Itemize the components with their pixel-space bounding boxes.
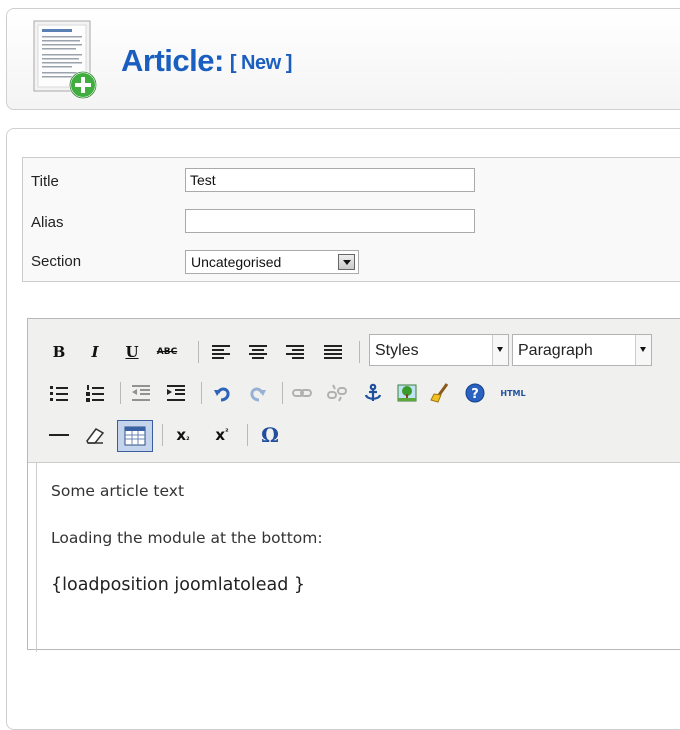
insert-image-button[interactable] [396, 382, 418, 404]
format-dropdown[interactable]: Paragraph [512, 334, 652, 366]
page-title: Article:[ New ] [121, 43, 292, 79]
alias-label: Alias [31, 214, 64, 231]
horizontal-rule-button[interactable] [48, 424, 70, 446]
bold-button[interactable]: B [48, 341, 70, 363]
italic-icon: I [91, 343, 99, 361]
indent-icon [167, 385, 185, 401]
toolbar-divider [198, 341, 199, 363]
italic-button[interactable]: I [84, 341, 106, 363]
page-title-text: Article: [121, 43, 224, 78]
unlink-button[interactable] [326, 382, 348, 404]
content-line: {loadposition joomlatolead } [51, 575, 306, 595]
redo-button[interactable] [247, 382, 269, 404]
strikethrough-icon: ABC [156, 347, 178, 357]
article-status: [ New ] [229, 52, 293, 74]
underline-button[interactable]: U [121, 341, 143, 363]
bullet-list-button[interactable] [48, 382, 70, 404]
editor-toolbar: B I U ABC Styles Paragraph ? HTML x₂ x² … [28, 319, 680, 463]
svg-text:?: ? [471, 387, 479, 402]
align-justify-icon [324, 345, 342, 359]
section-label: Section [31, 253, 82, 270]
toolbar-divider [282, 382, 283, 404]
article-details-form: Title Alias Section Uncategorised [22, 157, 680, 282]
special-character-button[interactable]: Ω [259, 423, 281, 447]
content-line: Loading the module at the bottom: [51, 529, 323, 547]
chevron-down-icon[interactable] [338, 254, 355, 270]
toolbar-divider [162, 424, 163, 446]
section-select[interactable]: Uncategorised [185, 250, 359, 274]
superscript-button[interactable]: x² [211, 424, 233, 446]
help-icon: ? [465, 383, 485, 403]
alias-input[interactable] [185, 209, 475, 233]
undo-icon [214, 387, 230, 402]
align-center-icon [249, 345, 267, 359]
numbered-list-icon [86, 385, 104, 402]
cleanup-button[interactable] [430, 382, 452, 404]
visual-aid-button[interactable] [117, 420, 153, 452]
subscript-button[interactable]: x₂ [172, 424, 194, 446]
title-input[interactable] [185, 168, 475, 192]
horizontal-rule-icon [49, 434, 69, 436]
image-icon [397, 384, 417, 402]
outdent-icon [132, 385, 150, 401]
article-add-icon [33, 20, 97, 99]
unlink-icon [327, 384, 347, 402]
outdent-button[interactable] [130, 382, 152, 404]
align-center-button[interactable] [247, 341, 269, 363]
rich-text-editor: B I U ABC Styles Paragraph ? HTML x₂ x² … [27, 318, 680, 652]
redo-icon [250, 387, 266, 402]
subscript-icon: x₂ [176, 426, 190, 444]
superscript-icon: x² [215, 426, 229, 444]
link-button[interactable] [291, 382, 313, 404]
styles-dropdown-label: Styles [375, 342, 419, 359]
anchor-button[interactable] [362, 382, 384, 404]
chevron-down-icon[interactable] [492, 335, 508, 365]
anchor-icon [364, 383, 382, 401]
align-right-icon [286, 345, 304, 359]
link-icon [292, 389, 312, 397]
content-line: Some article text [51, 482, 185, 500]
remove-format-button[interactable] [84, 424, 106, 446]
toolbar-divider [247, 424, 248, 446]
title-label: Title [31, 173, 59, 190]
align-left-button[interactable] [210, 341, 232, 363]
align-left-icon [212, 345, 230, 359]
toolbar-divider [201, 382, 202, 404]
toolbar-divider [359, 341, 360, 363]
html-source-icon: HTML [500, 388, 526, 398]
underline-icon: U [125, 343, 139, 361]
align-justify-button[interactable] [322, 341, 344, 363]
format-dropdown-label: Paragraph [518, 342, 593, 359]
indent-button[interactable] [165, 382, 187, 404]
special-character-icon: Ω [261, 423, 279, 447]
chevron-down-icon[interactable] [635, 335, 651, 365]
numbered-list-button[interactable] [84, 382, 106, 404]
styles-dropdown[interactable]: Styles [369, 334, 509, 366]
align-right-button[interactable] [284, 341, 306, 363]
bold-icon: B [52, 343, 66, 361]
editor-content[interactable]: Some article text Loading the module at … [36, 462, 680, 652]
cleanup-icon [430, 383, 449, 403]
section-selected-value: Uncategorised [191, 254, 282, 270]
header-panel: Article:[ New ] [6, 8, 680, 110]
help-button[interactable]: ? [464, 382, 486, 404]
remove-format-icon [86, 428, 105, 444]
visual-aid-icon [124, 426, 146, 446]
undo-button[interactable] [211, 382, 233, 404]
strikethrough-button[interactable]: ABC [156, 341, 178, 363]
html-source-button[interactable]: HTML [496, 382, 530, 404]
toolbar-divider [120, 382, 121, 404]
bullet-list-icon [50, 386, 68, 401]
